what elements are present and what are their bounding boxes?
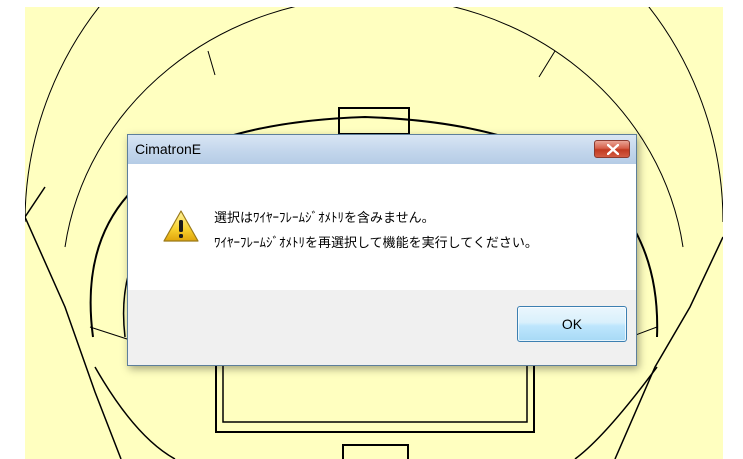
lower-arc-left xyxy=(94,366,176,459)
dialog-titlebar[interactable]: CimatronE xyxy=(128,135,636,165)
bottom-slot xyxy=(342,444,409,459)
top-slot xyxy=(338,107,410,135)
left-edge-top xyxy=(25,186,46,218)
close-button[interactable] xyxy=(594,140,630,158)
lower-arc-right xyxy=(574,366,658,459)
close-icon xyxy=(607,144,619,155)
left-edge xyxy=(25,216,122,459)
ok-button[interactable]: OK xyxy=(517,306,627,342)
dialog-body: 選択はﾜｲﾔｰﾌﾚｰﾑｼﾞｵﾒﾄﾘを含みません。 ﾜｲﾔｰﾌﾚｰﾑｼﾞｵﾒﾄﾘを… xyxy=(128,164,636,290)
dialog-footer: OK xyxy=(128,290,636,365)
warning-icon xyxy=(163,210,199,242)
divider-line xyxy=(89,326,128,340)
message-line-1: 選択はﾜｲﾔｰﾌﾚｰﾑｼﾞｵﾒﾄﾘを含みません。 xyxy=(214,211,435,226)
divider-line xyxy=(538,50,556,78)
message-line-2: ﾜｲﾔｰﾌﾚｰﾑｼﾞｵﾒﾄﾘを再選択して機能を実行してください。 xyxy=(214,236,538,251)
dialog-title: CimatronE xyxy=(135,141,202,157)
message-dialog: CimatronE 選択はﾜｲﾔｰﾌﾚｰﾑｼﾞｵﾒﾄﾘを含みません。 ﾜｲﾔｰﾌ… xyxy=(127,134,637,366)
lower-frame-inner xyxy=(222,361,528,423)
divider-line xyxy=(207,50,216,76)
